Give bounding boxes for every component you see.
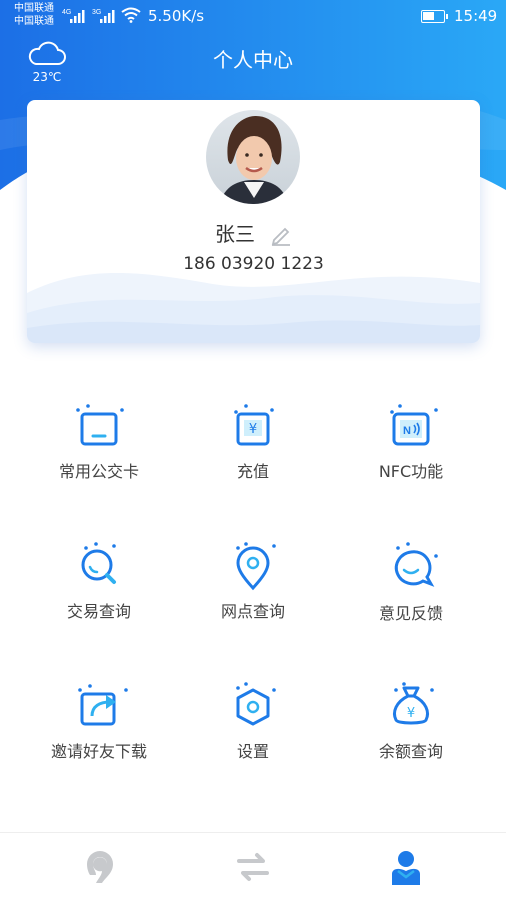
user-phone: 186 03920 1223 (183, 254, 324, 274)
menu-balance-query[interactable]: ¥ 余额查询 (327, 682, 495, 762)
nfc-icon: N (390, 404, 438, 446)
location-pin-icon (236, 542, 276, 591)
profile-card: 张三 186 03920 1223 (27, 100, 480, 343)
pencil-icon[interactable] (270, 224, 292, 250)
carrier-1: 中国联通 (14, 3, 54, 14)
profile-icon (392, 851, 420, 885)
menu-label: 交易查询 (66, 602, 131, 621)
battery-icon (421, 10, 448, 23)
status-bar: 中国联通 中国联通 4G 3G 5.50K/s 15:49 (0, 0, 506, 32)
svg-text:4G: 4G (62, 9, 71, 16)
tab-home[interactable] (80, 847, 120, 887)
signal-3g-icon: 3G (92, 9, 115, 23)
personal-center-screen: 中国联通 中国联通 4G 3G 5.50K/s 15:49 23℃ 个人中心 张… (0, 0, 506, 900)
wifi-icon (121, 7, 141, 23)
svg-text:¥: ¥ (407, 706, 415, 721)
signal-4g-icon: 4G (62, 9, 85, 23)
money-bag-icon: ¥ (393, 682, 434, 725)
menu-label: NFC功能 (378, 462, 444, 481)
settings-hexagon-icon (236, 682, 276, 726)
menu-settings[interactable]: 设置 (169, 682, 337, 762)
user-name: 张三 (214, 222, 255, 246)
menu-bus-card[interactable]: 常用公交卡 (15, 402, 183, 482)
recharge-icon: ¥ (234, 404, 274, 446)
transfer-icon (237, 853, 269, 881)
home-logo-icon (87, 851, 113, 883)
tab-profile[interactable] (386, 847, 426, 887)
menu-label: 网点查询 (220, 602, 285, 621)
menu-invite-friends[interactable]: 邀请好友下载 (15, 682, 183, 762)
feedback-bubble-icon (394, 542, 438, 587)
search-icon (81, 542, 116, 584)
menu-nfc[interactable]: N NFC功能 (327, 402, 495, 482)
profile-name-row: 张三 (27, 218, 480, 250)
menu-label: 意见反馈 (378, 604, 443, 623)
menu-label: 充值 (236, 462, 269, 481)
svg-text:3G: 3G (92, 9, 101, 16)
menu-label: 设置 (236, 742, 269, 761)
carrier-labels: 中国联通 中国联通 (14, 2, 54, 28)
bottom-tab-bar (0, 832, 506, 900)
carrier-2: 中国联通 (14, 16, 54, 27)
menu-feedback[interactable]: 意见反馈 (327, 542, 495, 624)
menu-label: 邀请好友下载 (50, 742, 147, 761)
menu-transaction-query[interactable]: 交易查询 (15, 542, 183, 622)
avatar[interactable] (206, 110, 300, 204)
svg-text:N: N (403, 425, 411, 437)
tab-transfer[interactable] (233, 847, 273, 887)
svg-text:¥: ¥ (249, 422, 257, 437)
page-title: 个人中心 (213, 48, 293, 72)
share-icon (78, 684, 128, 726)
bus-card-icon (76, 404, 124, 446)
clock: 15:49 (454, 7, 498, 25)
menu-recharge[interactable]: ¥ 充值 (169, 402, 337, 482)
menu-label: 余额查询 (378, 742, 443, 761)
network-speed: 5.50K/s (148, 7, 205, 25)
menu-label: 常用公交卡 (58, 462, 139, 481)
menu-outlet-query[interactable]: 网点查询 (169, 542, 337, 622)
